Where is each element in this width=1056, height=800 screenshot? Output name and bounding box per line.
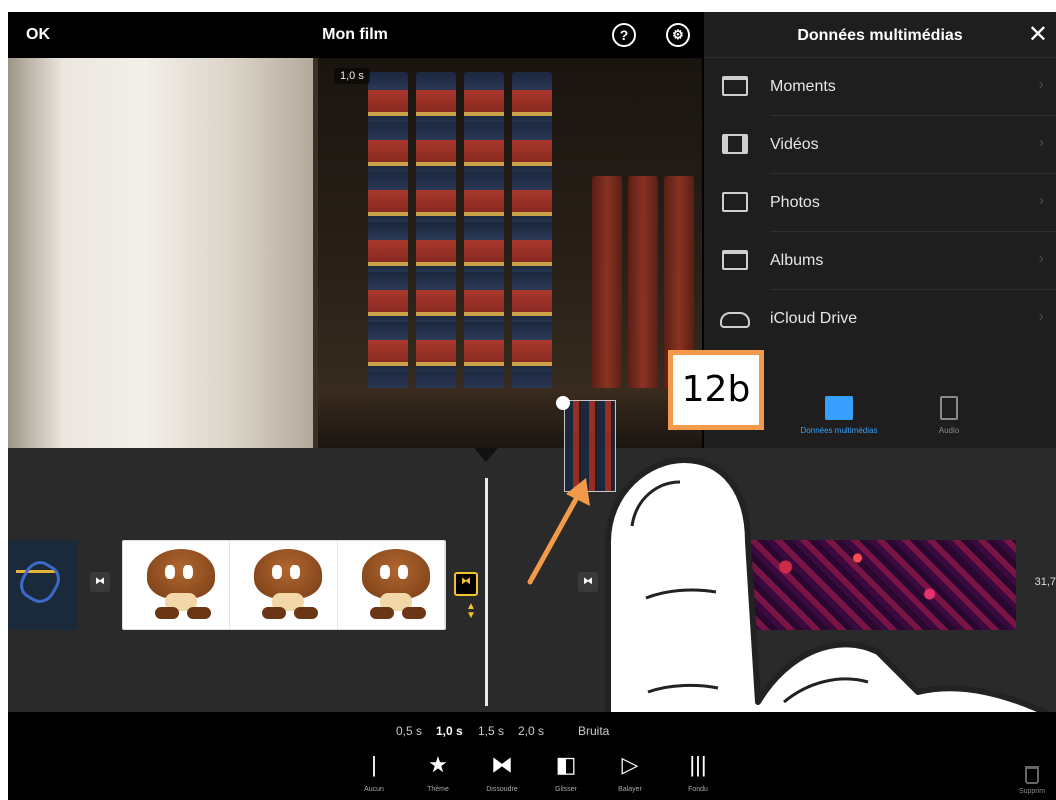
none-icon: | <box>371 752 377 777</box>
stack-icon <box>722 76 748 96</box>
media-item-label: Albums <box>770 252 824 269</box>
chevron-right-icon: › <box>1038 250 1044 267</box>
media-item-videos[interactable]: Vidéos › <box>704 116 1056 174</box>
project-title: Mon film <box>322 26 388 43</box>
clip-thumbnail <box>230 541 338 629</box>
duration-option-selected[interactable]: 1,0 s <box>436 724 463 738</box>
book-spine <box>628 176 658 416</box>
book-spine <box>592 176 622 416</box>
tool-label: Glisser <box>555 786 577 793</box>
transition-slide-button[interactable]: ◧ Glisser <box>536 752 596 793</box>
shelf-plank <box>318 388 702 448</box>
chevron-right-icon: › <box>1038 192 1044 209</box>
tab-audio-label: Audio <box>938 426 960 435</box>
duration-option[interactable]: 2,0 s <box>518 724 544 738</box>
album-icon <box>722 250 748 270</box>
tool-label: Aucun <box>364 786 384 793</box>
tool-label: Fondu <box>688 786 708 793</box>
chevron-right-icon: › <box>1038 76 1044 93</box>
transition-wipe-button[interactable]: ▷ Balayer <box>600 752 660 793</box>
dissolve-icon: ⧓ <box>491 752 513 777</box>
film-icon <box>722 134 748 154</box>
media-item-icloud-drive[interactable]: iCloud Drive › <box>704 290 1056 348</box>
playhead-marker <box>474 448 498 462</box>
timeline-clip[interactable] <box>8 540 78 630</box>
top-bar: OK Mon film ? ⚙ <box>8 12 702 58</box>
book-spine <box>512 72 552 410</box>
media-item-label: Vidéos <box>770 136 819 153</box>
photo-icon <box>722 192 748 212</box>
media-item-label: iCloud Drive <box>770 310 858 327</box>
tool-label: Dissoudre <box>486 786 518 793</box>
imovie-app: OK Mon film ? ⚙ 1,0 s Données multimédia… <box>8 12 1056 800</box>
tab-audio[interactable]: Audio <box>894 384 1004 448</box>
transition-duration-bar: 0,5 s 1,0 s 1,5 s 2,0 s Bruita <box>8 712 1056 746</box>
step-callout-label: 12b <box>668 350 764 430</box>
sound-effect-toggle[interactable]: Bruita <box>578 724 609 738</box>
selected-transition-button[interactable]: ⧓ <box>454 572 478 596</box>
transition-dissolve-button[interactable]: ⧓ Dissoudre <box>472 752 532 793</box>
playhead-line[interactable] <box>485 478 488 706</box>
chevron-right-icon: › <box>1038 134 1044 151</box>
transition-button[interactable]: ⧓ <box>90 572 110 592</box>
media-item-albums[interactable]: Albums › <box>704 232 1056 290</box>
duration-option[interactable]: 0,5 s <box>396 724 422 738</box>
transition-none-button[interactable]: | Aucun <box>344 752 404 793</box>
clip-thumbnail <box>123 541 231 629</box>
delete-label: Supprim <box>1018 788 1046 795</box>
help-icon[interactable]: ? <box>612 23 636 47</box>
close-icon[interactable]: ✕ <box>1028 23 1048 47</box>
transition-fade-button[interactable]: ||| Fondu <box>668 752 728 793</box>
slide-icon: ◧ <box>555 752 577 777</box>
transition-theme-button[interactable]: ★ Thème <box>408 752 468 793</box>
film-strip-icon <box>825 396 853 420</box>
transition-toolbar: | Aucun ★ Thème ⧓ Dissoudre ◧ Glisser ▷ … <box>8 746 1056 800</box>
trash-icon <box>1025 766 1039 784</box>
preview-frame-wall <box>8 58 313 448</box>
star-icon: ★ <box>428 752 448 777</box>
book-spine <box>464 72 504 410</box>
fade-icon: ||| <box>689 752 707 777</box>
book-spine <box>368 72 408 410</box>
duration-option[interactable]: 1,5 s <box>478 724 504 738</box>
chevron-right-icon: › <box>1038 308 1044 325</box>
settings-icon[interactable]: ⚙ <box>666 23 690 47</box>
book-spine <box>416 72 456 410</box>
tab-media-label: Données multimédias <box>800 426 878 435</box>
tab-media[interactable]: Données multimédias <box>784 384 894 448</box>
media-item-moments[interactable]: Moments › <box>704 58 1056 116</box>
media-panel-header: Données multimédias ✕ <box>704 12 1056 58</box>
music-note-icon <box>940 396 958 420</box>
drag-handle[interactable] <box>556 396 570 410</box>
delete-button[interactable]: Supprim <box>1012 766 1052 795</box>
clip-time-badge: 1,0 s <box>334 68 370 84</box>
wipe-icon: ▷ <box>621 752 639 777</box>
video-preview[interactable]: 1,0 s <box>8 58 702 448</box>
media-item-label: Moments <box>770 78 836 95</box>
timeline-clip[interactable] <box>122 540 446 630</box>
tool-label: Balayer <box>618 786 642 793</box>
tool-label: Thème <box>427 786 449 793</box>
media-item-label: Photos <box>770 194 820 211</box>
cloud-icon <box>720 312 750 328</box>
media-item-photos[interactable]: Photos › <box>704 174 1056 232</box>
step-callout-text: 12b <box>681 369 751 410</box>
expand-arrows-icon[interactable]: ▲ ▼ <box>464 602 478 621</box>
media-panel-title: Données multimédias <box>797 27 963 44</box>
clip-thumbnail <box>338 541 445 629</box>
